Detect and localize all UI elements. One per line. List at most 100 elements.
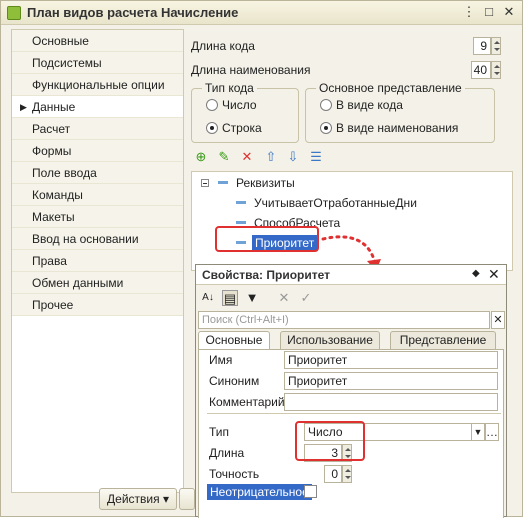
nav-item-other[interactable]: Прочее — [12, 294, 183, 316]
name-length-input[interactable]: 40 — [471, 61, 491, 79]
nav-item-main[interactable]: Основные — [12, 30, 183, 52]
nav-item-data-exchange[interactable]: Обмен данными — [12, 272, 183, 294]
code-type-title: Тип кода — [202, 81, 257, 95]
list-icon[interactable]: ☰ — [308, 149, 324, 165]
code-type-group: Тип кода Число Строка — [191, 81, 299, 143]
folder-icon — [218, 181, 228, 184]
more-button[interactable] — [179, 488, 195, 510]
attribute-icon — [236, 221, 246, 224]
presentation-name-radio[interactable] — [320, 122, 332, 134]
length-label: Длина — [209, 446, 245, 460]
close-icon[interactable]: ✕ — [501, 4, 517, 20]
nav-item-subsystems[interactable]: Подсистемы — [12, 52, 183, 74]
nav-item-input-field[interactable]: Поле ввода — [12, 162, 183, 184]
menu-icon[interactable]: ⋮ — [461, 4, 477, 20]
presentation-code-label: В виде кода — [336, 98, 403, 112]
main-presentation-group: Основное представление В виде кода В вид… — [305, 81, 495, 143]
nav-item-functional-options[interactable]: Функциональные опции — [12, 74, 183, 96]
main-presentation-title: Основное представление — [316, 81, 465, 95]
nav-item-label: Макеты — [32, 210, 75, 224]
sections-nav: Основные Подсистемы Функциональные опции… — [11, 29, 184, 493]
pin-icon[interactable]: ◆ — [472, 268, 480, 279]
move-up-icon[interactable]: ⇧ — [263, 149, 279, 165]
app-icon — [7, 6, 21, 20]
name-length-label: Длина наименования — [191, 63, 311, 77]
properties-header: Свойства: Приоритет ◆ ✕ — [196, 265, 506, 285]
nav-item-commands[interactable]: Команды — [12, 184, 183, 206]
presentation-name-label: В виде наименования — [336, 121, 459, 135]
precision-label: Точность — [209, 467, 260, 481]
nav-item-label: Функциональные опции — [32, 78, 165, 92]
add-icon[interactable]: ⊕ — [193, 149, 209, 165]
nav-item-label: Поле ввода — [32, 166, 97, 180]
type-select-button[interactable]: … — [485, 423, 499, 441]
code-type-number-radio[interactable] — [206, 99, 218, 111]
precision-field[interactable]: 0 — [324, 465, 342, 483]
nav-item-label: Расчет — [32, 122, 71, 136]
nav-item-calculation[interactable]: Расчет — [12, 118, 183, 140]
highlight-box — [215, 226, 319, 252]
nav-item-label: Формы — [32, 144, 72, 158]
filter-icon[interactable]: ▼ — [244, 290, 260, 306]
tab-usage[interactable]: Использование — [280, 331, 380, 349]
edit-icon[interactable]: ✎ — [216, 149, 232, 165]
code-type-number-label: Число — [222, 98, 257, 112]
type-dropdown-icon[interactable]: ▼ — [471, 423, 485, 441]
code-length-stepper[interactable] — [491, 37, 501, 55]
tree-item[interactable]: УчитываетОтработанныеДни — [254, 196, 417, 210]
comment-label: Комментарий — [209, 395, 285, 409]
nav-item-templates[interactable]: Макеты — [12, 206, 183, 228]
properties-toolbar: A↓ ▤ ▼ ✕ ✓ — [196, 287, 506, 309]
tab-main[interactable]: Основные — [198, 331, 270, 350]
search-clear-icon[interactable]: ✕ — [491, 311, 505, 329]
name-label: Имя — [209, 353, 233, 367]
nav-item-rights[interactable]: Права — [12, 250, 183, 272]
move-down-icon[interactable]: ⇩ — [285, 149, 301, 165]
precision-stepper[interactable] — [342, 465, 352, 483]
highlight-box-type — [295, 421, 365, 461]
apply-icon[interactable]: ✓ — [298, 290, 314, 306]
code-type-string-radio[interactable] — [206, 122, 218, 134]
nav-item-label: Основные — [32, 34, 89, 48]
nav-item-label: Подсистемы — [32, 56, 102, 70]
categories-icon[interactable]: ▤ — [222, 290, 238, 306]
maximize-icon[interactable]: □ — [481, 4, 497, 20]
nav-item-label: Данные — [32, 100, 76, 114]
code-length-label: Длина кода — [191, 39, 255, 53]
nonnegative-label: Неотрицательное — [207, 484, 312, 500]
actions-button[interactable]: Действия ▾ — [99, 488, 177, 510]
synonym-label: Синоним — [209, 374, 260, 388]
nav-item-forms[interactable]: Формы — [12, 140, 183, 162]
synonym-field[interactable]: Приоритет — [284, 372, 498, 390]
nonnegative-checkbox[interactable] — [304, 485, 317, 498]
close-panel-icon[interactable]: ✕ — [488, 266, 500, 283]
clear-icon[interactable]: ✕ — [276, 290, 292, 306]
attribute-icon — [236, 201, 246, 204]
presentation-code-radio[interactable] — [320, 99, 332, 111]
window-title: План видов расчета Начисление — [27, 5, 239, 20]
delete-icon[interactable]: ✕ — [239, 149, 255, 165]
name-field[interactable]: Приоритет — [284, 351, 498, 369]
title-bar: План видов расчета Начисление ⋮ □ ✕ — [1, 1, 522, 25]
code-type-string-label: Строка — [222, 121, 262, 135]
nav-item-input-by-basis[interactable]: Ввод на основании — [12, 228, 183, 250]
current-arrow-icon: ▶ — [20, 102, 27, 112]
property-search-input[interactable]: Поиск (Ctrl+Alt+I) — [198, 311, 490, 329]
properties-panel: Свойства: Приоритет ◆ ✕ A↓ ▤ ▼ ✕ ✓ Поиск… — [195, 264, 507, 518]
name-length-stepper[interactable] — [491, 61, 501, 79]
nav-item-label: Права — [32, 254, 67, 268]
nav-item-label: Прочее — [32, 298, 74, 312]
tree-root[interactable]: Реквизиты — [236, 176, 295, 190]
nav-item-data[interactable]: ▶ Данные — [12, 96, 183, 118]
type-label: Тип — [209, 425, 230, 439]
comment-field[interactable] — [284, 393, 498, 411]
actions-label: Действия — [107, 492, 160, 506]
sort-az-icon[interactable]: A↓ — [200, 290, 216, 306]
code-length-input[interactable]: 9 — [473, 37, 491, 55]
tab-presentation[interactable]: Представление — [390, 331, 496, 349]
nav-item-label: Ввод на основании — [32, 232, 139, 246]
nav-item-label: Команды — [32, 188, 83, 202]
nav-item-label: Обмен данными — [32, 276, 124, 290]
collapse-icon[interactable] — [201, 179, 209, 187]
properties-title: Свойства: Приоритет — [202, 268, 331, 282]
